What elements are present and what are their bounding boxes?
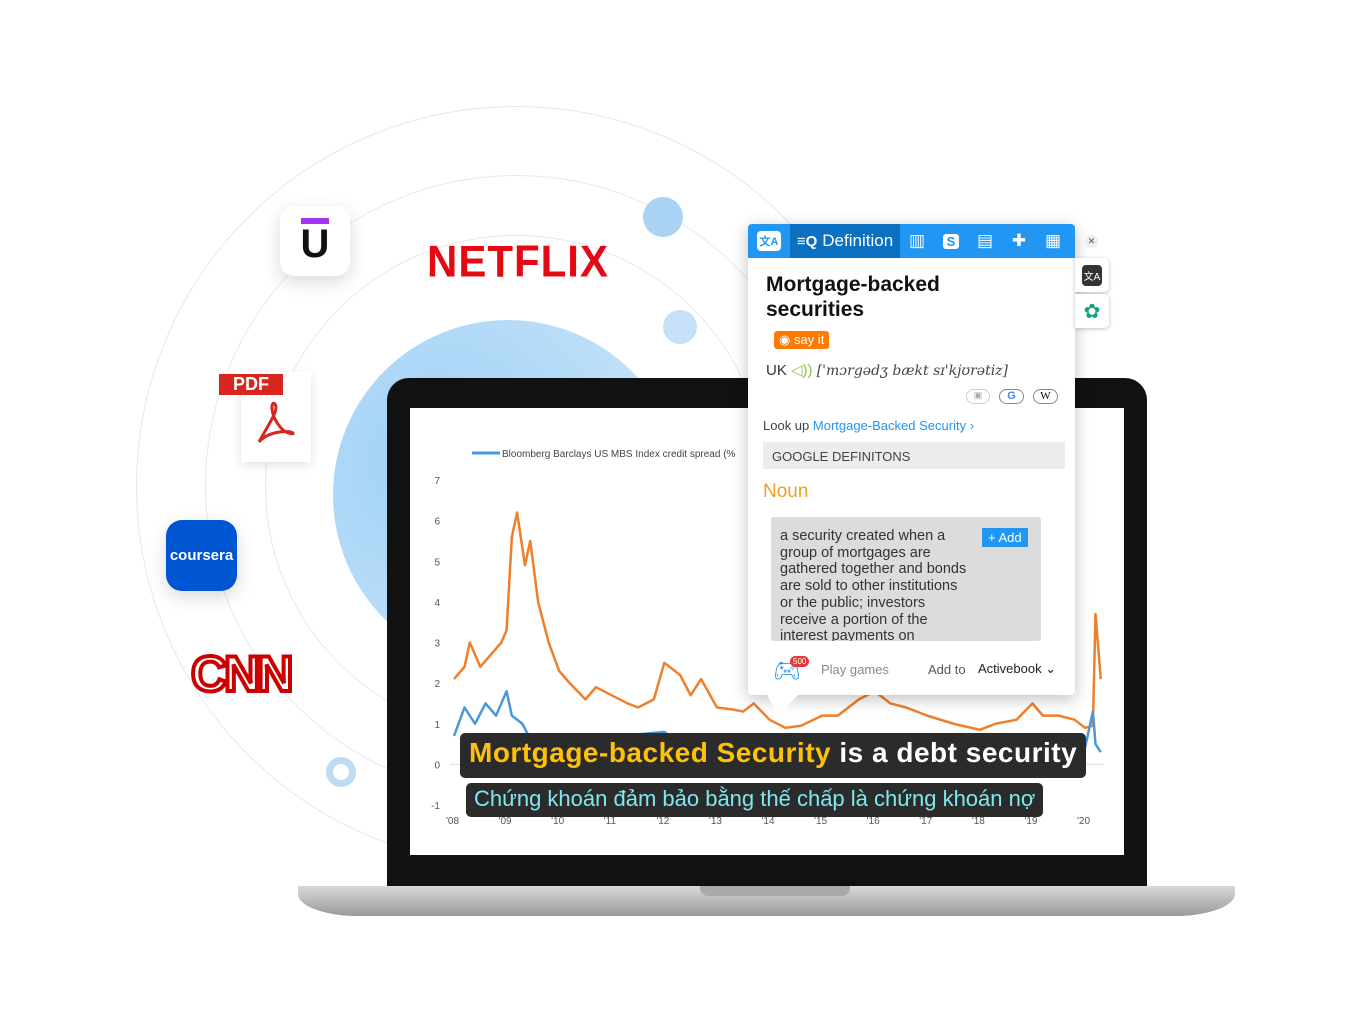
say-it-button[interactable]: ◉ say it [774,331,830,349]
x-tick-label: '20 [1077,816,1090,827]
tab-definition[interactable]: ≡Q Definition [790,224,900,258]
translate-icon: 文A [1081,264,1103,286]
decor-dot [643,197,683,237]
add-definition-button[interactable]: + Add [982,528,1028,547]
games-icon[interactable]: 🎮︎ 500 [773,656,810,684]
tab-translate[interactable]: 文A [748,224,790,258]
x-tick-label: '13 [709,816,722,827]
dictionary-popup: 文A ≡Q Definition ▥ S ▤ ✚ ▦ Mortgage-backe… [748,224,1075,715]
y-tick-label: 0 [434,760,440,771]
puzzle-icon: ✚ [1011,231,1027,250]
chevron-right-icon: › [966,418,975,433]
close-icon[interactable]: ✕ [1085,235,1098,248]
lookup-row: Look up Mortgage-Backed Security › [763,418,975,433]
y-tick-label: -1 [431,801,440,812]
translate-side-button[interactable]: 文A [1075,258,1109,292]
popup-pointer [766,693,800,715]
book-icon: ▥ [908,231,926,250]
add-to-label: Add to [928,662,966,677]
chatgpt-icon: ✿ [1083,300,1101,323]
y-tick-label: 3 [434,639,440,650]
tab-book[interactable]: ▥ [900,224,934,258]
subtitle-english: Mortgage-backed Security is a debt secur… [460,733,1087,778]
y-tick-label: 1 [434,720,440,731]
x-tick-label: '08 [446,816,459,827]
tab-skype[interactable]: S [934,224,968,258]
x-tick-label: '19 [1024,816,1037,827]
decor-dot [326,757,356,787]
speaker-icon: ◉ [779,332,794,347]
y-tick-label: 7 [434,476,440,487]
lookup-link[interactable]: Mortgage-Backed Security [813,418,966,433]
headword: Mortgage-backed securities [766,273,940,321]
google-search-button[interactable]: G [999,389,1024,404]
tab-notes[interactable]: ▦ [1036,224,1070,258]
udemy-logo: U [280,206,350,276]
cnn-logo: CNN [189,644,295,704]
y-tick-label: 4 [434,598,440,609]
y-tick-label: 2 [434,679,440,690]
x-tick-label: '12 [656,816,669,827]
skype-icon: S [942,233,960,249]
x-tick-label: '10 [551,816,564,827]
chatgpt-side-button[interactable]: ✿ [1075,294,1109,328]
play-games-link[interactable]: Play games [821,662,889,677]
tab-comment[interactable]: ▤ [968,224,1002,258]
section-header: GOOGLE DEFINITONS [763,442,1065,469]
part-of-speech: Noun [763,481,809,502]
image-search-button[interactable]: ▣ [966,389,990,404]
wikipedia-button[interactable]: W [1033,389,1058,404]
definition-text: a security created when a group of mortg… [780,528,967,641]
popup-tab-bar: 文A ≡Q Definition ▥ S ▤ ✚ ▦ [748,224,1075,258]
x-tick-label: '15 [814,816,827,827]
pronunciation-row: UK ◁)) ['mɔrgədʒ bækt sɪ'kjʊrətiz] [766,362,1009,379]
x-tick-label: '14 [762,816,775,827]
tab-extensions[interactable]: ✚ [1002,224,1036,258]
translate-icon: 文A [756,231,782,251]
definition-icon: ≡Q [796,232,818,250]
decor-dot [663,310,697,344]
laptop-notch [700,886,850,896]
activebook-dropdown[interactable]: Activebook ⌄ [978,661,1056,677]
definition-box: a security created when a group of mortg… [771,517,1041,641]
games-badge: 500 [790,656,810,667]
pdf-logo: PDF [219,372,311,462]
netflix-logo: NETFLIX [427,236,609,287]
chevron-down-icon: ⌄ [1045,661,1057,676]
y-tick-label: 5 [434,557,440,568]
x-tick-label: '11 [604,816,617,827]
notes-icon: ▦ [1044,231,1062,250]
subtitle-vietnamese: Chứng khoán đảm bảo bằng thế chấp là chứ… [466,783,1044,817]
comment-icon: ▤ [976,231,994,250]
x-tick-label: '18 [972,816,985,827]
x-tick-label: '17 [919,816,932,827]
coursera-logo: coursera [166,520,237,591]
x-tick-label: '09 [499,816,512,827]
legend-label: Bloomberg Barclays US MBS Index credit s… [502,449,736,460]
y-tick-label: 6 [434,517,440,528]
audio-icon[interactable]: ◁)) [791,362,813,379]
x-tick-label: '16 [867,816,880,827]
